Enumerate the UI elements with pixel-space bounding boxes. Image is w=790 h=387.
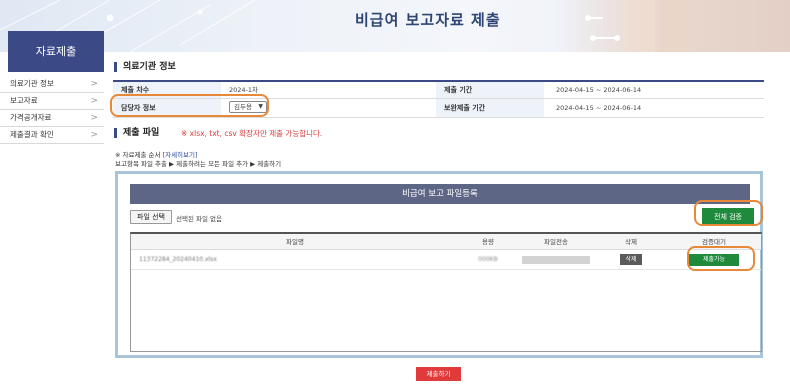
sidebar-item-label: 제출결과 확인 bbox=[10, 130, 54, 139]
column-header-transfer: 파일전송 bbox=[544, 238, 568, 246]
choose-file-button[interactable]: 파일 선택 bbox=[130, 210, 172, 224]
column-header-size: 용량 bbox=[482, 238, 494, 246]
sidebar-item-label: 의료기관 정보 bbox=[10, 79, 54, 88]
chevron-right-icon: > bbox=[90, 113, 98, 123]
guide-steps: 보고항목 파일 추출 ▶ 제출하려는 모든 파일 추가 ▶ 제출하기 bbox=[115, 160, 282, 168]
file-size: 000KB bbox=[478, 256, 498, 263]
file-list-header: 파일명 용량 파일전송 삭제 검증대기 bbox=[131, 234, 761, 250]
page-title: 비급여 보고자료 제출 bbox=[355, 11, 501, 29]
sidebar-item-label: 가격공개자료 bbox=[10, 113, 52, 122]
files-section-title: 제출 파일 bbox=[114, 128, 159, 138]
no-file-text: 선택된 파일 없음 bbox=[176, 215, 222, 223]
sidebar-item-price-disclosure[interactable]: 가격공개자료 > bbox=[0, 110, 104, 127]
submit-period-value: 2024-04-15 ~ 2024-06-14 bbox=[556, 86, 642, 94]
chevron-right-icon: > bbox=[90, 79, 98, 89]
submit-button[interactable]: 제출하기 bbox=[416, 367, 461, 381]
sidebar-item-report-data[interactable]: 보고자료 > bbox=[0, 93, 104, 110]
supplement-period-label: 보완제출 기간 bbox=[436, 99, 544, 117]
banner-hand-illustration bbox=[585, 0, 688, 52]
supplement-period-value: 2024-04-15 ~ 2024-06-14 bbox=[556, 104, 642, 112]
sidebar-menu: 의료기관 정보 > 보고자료 > 가격공개자료 > 제출결과 확인 > bbox=[0, 76, 104, 144]
delete-cell: 삭제 bbox=[595, 250, 667, 269]
upload-panel: 비급여 보고 파일등록 파일 선택 선택된 파일 없음 전체 검증 파일명 용량… bbox=[115, 171, 763, 358]
manager-highlight-box bbox=[110, 94, 269, 117]
status-highlight-box bbox=[687, 246, 755, 271]
extension-note: ※ xlsx, txt, csv 확장자만 제출 가능합니다. bbox=[181, 129, 323, 138]
institution-section-title: 의료기관 정보 bbox=[114, 62, 176, 72]
sidebar-title: 자료제출 bbox=[8, 31, 104, 72]
submit-period-label: 제출 기간 bbox=[436, 82, 544, 98]
check-all-highlight-box bbox=[694, 200, 763, 226]
sidebar-item-submit-result[interactable]: 제출결과 확인 > bbox=[0, 127, 104, 144]
delete-file-button[interactable]: 삭제 bbox=[620, 254, 642, 265]
chevron-right-icon: > bbox=[90, 130, 98, 140]
upload-panel-title: 비급여 보고 파일등록 bbox=[130, 184, 750, 204]
header-banner: 비급여 보고자료 제출 bbox=[0, 0, 790, 52]
sidebar-item-institution-info[interactable]: 의료기관 정보 > bbox=[0, 76, 104, 93]
transfer-progress-cell bbox=[517, 250, 595, 269]
file-name: 11372284_20240410.xlsx bbox=[139, 256, 217, 263]
column-header-delete: 삭제 bbox=[625, 238, 637, 246]
column-header-filename: 파일명 bbox=[286, 238, 304, 246]
chevron-right-icon: > bbox=[90, 96, 98, 106]
transfer-progress-bar bbox=[522, 255, 590, 264]
sidebar-item-label: 보고자료 bbox=[10, 96, 38, 105]
banner-image bbox=[555, 0, 790, 52]
table-row: 11372284_20240410.xlsx 000KB 삭제 제출가능 bbox=[131, 250, 761, 270]
file-list: 파일명 용량 파일전송 삭제 검증대기 11372284_20240410.xl… bbox=[130, 232, 762, 352]
